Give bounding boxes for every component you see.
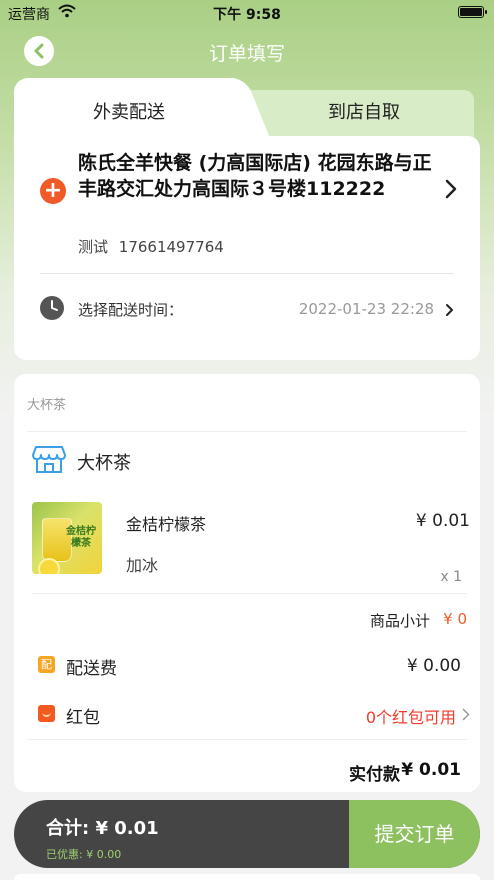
divider [27,431,467,432]
red-packet-icon [38,705,55,722]
divider [32,593,467,594]
subtotal-value: ¥ 0 [443,610,467,628]
delivery-fee-icon: 配 [38,656,55,673]
payment-value: ¥ 0.01 [401,760,461,780]
page-title: 订单填写 [208,43,285,65]
chevron-right-icon[interactable] [445,303,454,317]
clock-time: 下午 9:58 [213,7,281,23]
discount-amount: 已优惠: ¥ 0.00 [46,848,122,861]
contact-name: 测试 [78,238,109,256]
subtotal-label: 商品小计 [369,612,430,630]
delivery-address[interactable]: 陈氏全羊快餐 (力高国际店) 花园东路与正丰路交汇处力高国际３号楼112222 [78,150,438,202]
store-category: 大杯茶 [27,398,67,413]
status-bar: 运营商 下午 9:58 [0,0,494,26]
product-quantity: x 1 [440,569,462,585]
bottom-edge [14,874,480,880]
delivery-time-value[interactable]: 2022-01-23 22:28 [299,300,434,318]
product-price: ¥ 0.01 [415,511,470,531]
delivery-fee-value: ¥ 0.00 [406,656,461,676]
shop-icon [32,446,66,473]
address-card: + 陈氏全羊快餐 (力高国际店) 花园东路与正丰路交汇处力高国际３号楼11222… [14,136,480,360]
shop-name: 大杯茶 [77,453,131,474]
contact-phone: 17661497764 [118,238,224,256]
delivery-time-label: 选择配送时间： [78,301,184,319]
divider [40,273,454,274]
product-name: 金桔柠檬茶 [126,515,207,534]
chevron-right-icon[interactable] [444,178,458,200]
tab-pickup-label: 到店自取 [328,102,400,123]
divider [27,739,467,740]
battery-icon [458,6,487,18]
chevron-right-icon[interactable] [462,708,470,721]
checkout-bar: 合计: ¥ 0.01 已优惠: ¥ 0.00 提交订单 [14,800,480,868]
order-card: 大杯茶 大杯茶 金桔柠檬茶 金桔柠檬茶 ¥ 0.01 加冰 x 1 商品小计 ¥… [14,374,480,792]
clock-icon [40,296,64,320]
contact-info: 测试 17661497764 [78,236,224,257]
red-packet-value[interactable]: 0个红包可用 [366,704,456,728]
product-spec: 加冰 [126,556,159,575]
payment-label: 实付款 [349,765,400,785]
red-packet-label: 红包 [66,708,100,728]
product-image: 金桔柠檬茶 [32,502,102,574]
navigation-bar: 订单填写 [0,28,494,72]
total-amount: 合计: ¥ 0.01 [46,818,159,839]
add-address-icon[interactable]: + [40,178,66,204]
submit-order-button[interactable]: 提交订单 [349,800,480,868]
delivery-fee-label: 配送费 [66,659,117,679]
product-image-label: 金桔柠檬茶 [66,526,96,549]
tab-delivery-label: 外卖配送 [93,102,165,123]
